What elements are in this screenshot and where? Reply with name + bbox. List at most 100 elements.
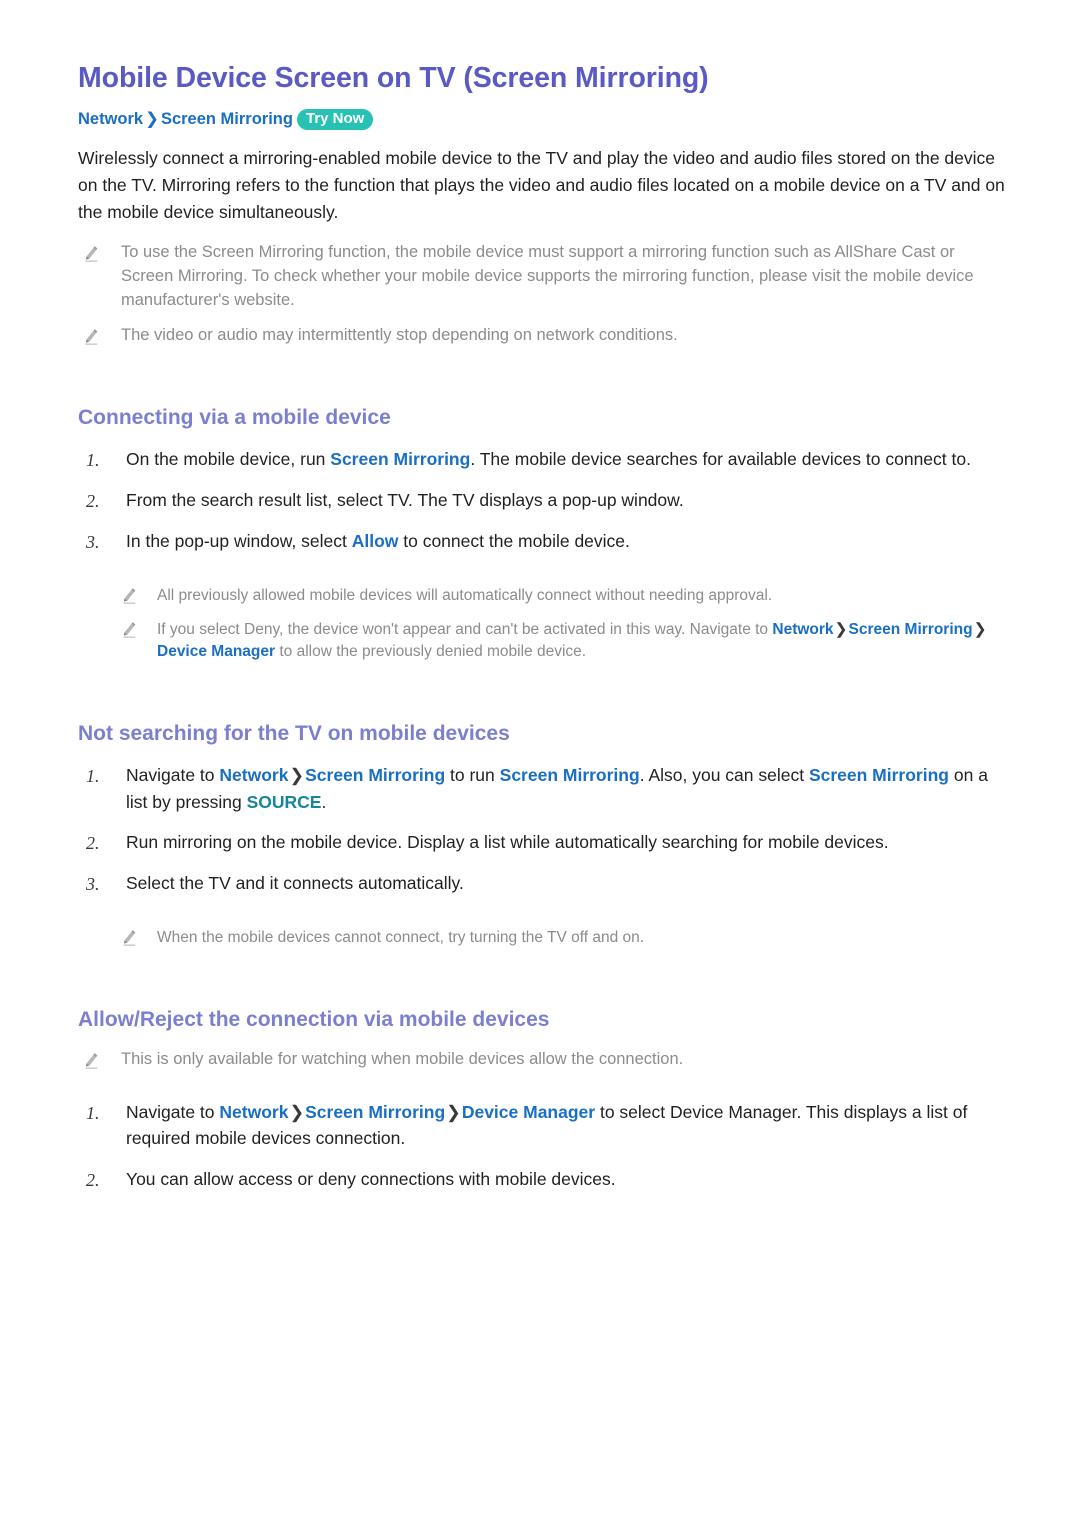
- step-number: 3.: [86, 874, 100, 895]
- path-separator-icon: ❯: [834, 620, 848, 638]
- intro-paragraph: Wirelessly connect a mirroring-enabled m…: [78, 148, 1005, 222]
- try-now-badge[interactable]: Try Now: [296, 108, 374, 131]
- step-number: 1.: [86, 1102, 100, 1123]
- inline-link[interactable]: Network: [772, 621, 833, 638]
- document-page: Mobile Device Screen on TV (Screen Mirro…: [0, 0, 1080, 1527]
- pencil-icon: [84, 1052, 99, 1070]
- breadcrumb-item-screen-mirroring[interactable]: Screen Mirroring: [161, 110, 293, 128]
- inline-link[interactable]: Screen Mirroring: [305, 765, 445, 785]
- step-number: 2.: [86, 491, 100, 512]
- path-separator-icon: ❯: [446, 1101, 461, 1122]
- step-item: 1. On the mobile device, run Screen Mirro…: [78, 446, 1010, 473]
- inline-text: Run mirroring on the mobile device. Disp…: [126, 832, 889, 853]
- remote-key-label[interactable]: SOURCE: [247, 792, 322, 812]
- inline-link[interactable]: Network: [219, 1102, 288, 1122]
- inline-text: . The mobile device searches for availab…: [470, 449, 971, 470]
- step-item: 1. Navigate to Network❯Screen Mirroring❯D…: [78, 1099, 1010, 1152]
- step-number: 3.: [86, 532, 100, 553]
- step-item: 1. Navigate to Network❯Screen Mirroring t…: [78, 762, 1010, 815]
- step-text: Navigate to Network❯Screen Mirroring to …: [126, 762, 1010, 815]
- inline-text: In the pop-up window, select: [126, 531, 352, 552]
- inline-text: If you select Deny, the device won't app…: [157, 620, 773, 638]
- inline-text: Select the TV and it connects automatica…: [126, 873, 464, 894]
- section-heading: Connecting via a mobile device: [78, 405, 391, 429]
- note-item: If you select Deny, the device won't app…: [78, 619, 1010, 664]
- sections-container: Connecting via a mobile device 1. On the m…: [78, 405, 1010, 1193]
- note-text: If you select Deny, the device won't app…: [157, 619, 1010, 664]
- pencil-icon: [122, 929, 137, 947]
- pencil-icon: [84, 245, 99, 263]
- inline-link[interactable]: Network: [219, 765, 288, 785]
- inline-link[interactable]: Screen Mirroring: [500, 765, 640, 785]
- inline-link[interactable]: Screen Mirroring: [330, 449, 470, 469]
- pencil-icon: [122, 621, 137, 639]
- step-text: Navigate to Network❯Screen Mirroring❯Dev…: [126, 1099, 1010, 1152]
- inline-text: Navigate to: [126, 1101, 220, 1122]
- note-text: When the mobile devices cannot connect, …: [157, 927, 644, 949]
- inline-text: On the mobile device, run: [126, 449, 331, 470]
- note-item: The video or audio may intermittently st…: [78, 324, 1010, 348]
- step-item: 3. In the pop-up window, select Allow to …: [78, 528, 1010, 555]
- step-text: From the search result list, select TV. …: [126, 487, 684, 514]
- step-number: 2.: [86, 833, 100, 854]
- inline-text: From the search result list, select TV. …: [126, 490, 684, 511]
- breadcrumb: Network ❯ Screen Mirroring Try Now: [78, 108, 1010, 132]
- note-text: The video or audio may intermittently st…: [121, 325, 678, 344]
- inline-link[interactable]: Screen Mirroring: [809, 765, 949, 785]
- document-section: Connecting via a mobile device 1. On the m…: [78, 405, 1010, 664]
- page-title: Mobile Device Screen on TV (Screen Mirro…: [78, 62, 709, 94]
- step-text: On the mobile device, run Screen Mirrori…: [126, 446, 971, 473]
- inline-text: .: [321, 791, 327, 812]
- inline-text: to allow the previously denied mobile de…: [275, 643, 587, 661]
- note-item: All previously allowed mobile devices wi…: [78, 585, 1010, 607]
- breadcrumb-separator-icon: ❯: [145, 109, 159, 128]
- inline-text: Navigate to: [126, 764, 220, 785]
- section-heading: Allow/Reject the connection via mobile d…: [78, 1007, 550, 1031]
- step-item: 2. You can allow access or deny connectio…: [78, 1166, 1010, 1193]
- path-separator-icon: ❯: [289, 764, 305, 785]
- inline-link[interactable]: Screen Mirroring: [305, 1102, 445, 1122]
- inline-text: to run: [445, 764, 500, 785]
- inline-link[interactable]: Screen Mirroring: [849, 621, 973, 638]
- step-item: 2. From the search result list, select TV…: [78, 487, 1010, 514]
- inline-link[interactable]: Allow: [352, 531, 399, 551]
- inline-text: You can allow access or deny connections…: [126, 1169, 616, 1190]
- step-text: Run mirroring on the mobile device. Disp…: [126, 829, 889, 856]
- inline-text: to connect the mobile device.: [398, 531, 630, 552]
- inline-link[interactable]: Device Manager: [157, 643, 275, 660]
- step-number: 2.: [86, 1170, 100, 1191]
- path-separator-icon: ❯: [973, 620, 987, 638]
- intro-notes-list: To use the Screen Mirroring function, th…: [78, 241, 1010, 348]
- section-heading: Not searching for the TV on mobile devic…: [78, 721, 510, 745]
- step-text: Select the TV and it connects automatica…: [126, 870, 464, 897]
- step-number: 1.: [86, 765, 100, 786]
- path-separator-icon: ❯: [289, 1101, 305, 1122]
- document-section: Not searching for the TV on mobile devic…: [78, 721, 1010, 950]
- step-text: In the pop-up window, select Allow to co…: [126, 528, 630, 555]
- step-item: 2. Run mirroring on the mobile device. Di…: [78, 829, 1010, 856]
- document-section: Allow/Reject the connection via mobile d…: [78, 1007, 1010, 1193]
- breadcrumb-item-network[interactable]: Network: [78, 110, 143, 128]
- step-text: You can allow access or deny connections…: [126, 1166, 616, 1193]
- inline-text: This is only available for watching when…: [121, 1049, 684, 1068]
- inline-text: All previously allowed mobile devices wi…: [157, 587, 773, 605]
- note-item: To use the Screen Mirroring function, th…: [78, 241, 1010, 313]
- step-item: 3. Select the TV and it connects automati…: [78, 870, 1010, 897]
- step-number: 1.: [86, 450, 100, 471]
- note-item: This is only available for watching when…: [78, 1048, 1010, 1072]
- note-text: To use the Screen Mirroring function, th…: [121, 243, 974, 309]
- inline-link[interactable]: Device Manager: [462, 1102, 595, 1122]
- note-text: All previously allowed mobile devices wi…: [157, 585, 772, 607]
- inline-text: . Also, you can select: [639, 764, 809, 785]
- pencil-icon: [122, 587, 137, 605]
- pencil-icon: [84, 328, 99, 346]
- inline-text: When the mobile devices cannot connect, …: [157, 929, 645, 947]
- note-text: This is only available for watching when…: [121, 1048, 683, 1072]
- note-item: When the mobile devices cannot connect, …: [78, 927, 1010, 949]
